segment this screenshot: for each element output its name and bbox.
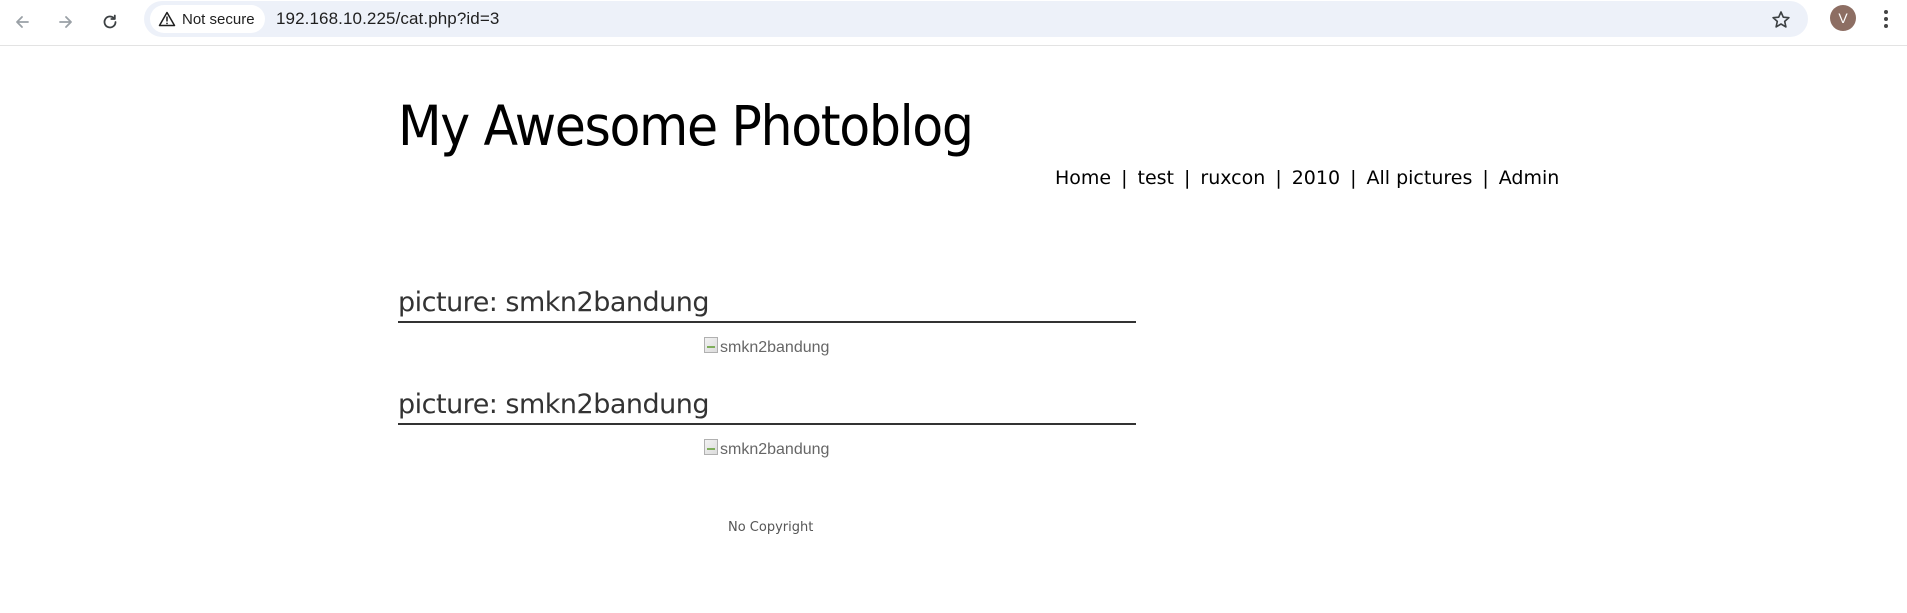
security-label: Not secure (182, 10, 255, 28)
forward-button[interactable] (50, 6, 82, 38)
url-text[interactable]: 192.168.10.225/cat.php?id=3 (276, 9, 499, 29)
post-title-link[interactable]: smkn2bandung (505, 287, 709, 318)
profile-avatar[interactable]: V (1830, 5, 1856, 31)
nav-link-test[interactable]: test (1138, 167, 1175, 189)
post-title: picture: smkn2bandung (398, 387, 1136, 425)
image-alt-text: smkn2bandung (720, 339, 830, 356)
broken-image[interactable]: smkn2bandung (704, 337, 1442, 357)
reload-icon (103, 14, 117, 29)
nav-separator: | (1275, 167, 1282, 189)
nav-link-all-pictures[interactable]: All pictures (1366, 167, 1472, 189)
broken-image-icon (704, 337, 718, 353)
web-page: My Awesome Photoblog Home | test | ruxco… (0, 47, 1907, 613)
image-alt-text: smkn2bandung (720, 441, 830, 458)
broken-image[interactable]: smkn2bandung (704, 439, 1442, 459)
menu-dot (1884, 24, 1888, 28)
security-indicator[interactable]: Not secure (150, 5, 265, 33)
nav-separator: | (1482, 167, 1489, 189)
kebab-menu-icon[interactable] (1876, 5, 1896, 33)
picture-post: picture: smkn2bandung smkn2bandung (398, 387, 1136, 459)
reload-button[interactable] (94, 6, 126, 38)
nav-link-ruxcon[interactable]: ruxcon (1200, 167, 1265, 189)
broken-image-icon (704, 439, 718, 455)
warning-triangle-icon (158, 11, 176, 27)
nav-link-2010[interactable]: 2010 (1292, 167, 1340, 189)
footer-text: No Copyright (728, 520, 814, 535)
star-icon (1772, 11, 1790, 28)
nav-separator: | (1184, 167, 1191, 189)
menu-dot (1884, 10, 1888, 14)
post-title-prefix: picture: (398, 287, 498, 318)
arrow-left-icon (16, 16, 29, 28)
post-title-link[interactable]: smkn2bandung (505, 389, 709, 420)
back-button[interactable] (6, 6, 38, 38)
post-title: picture: smkn2bandung (398, 285, 1136, 323)
post-title-prefix: picture: (398, 389, 498, 420)
arrow-right-icon (59, 16, 72, 28)
address-bar[interactable]: Not secure 192.168.10.225/cat.php?id=3 (144, 1, 1808, 37)
site-title: My Awesome Photoblog (398, 94, 974, 158)
nav-link-home[interactable]: Home (1055, 167, 1111, 189)
bookmark-button[interactable] (1768, 7, 1794, 33)
site-nav: Home | test | ruxcon | 2010 | All pictur… (1055, 167, 1559, 189)
menu-dot (1884, 17, 1888, 21)
nav-link-admin[interactable]: Admin (1499, 167, 1560, 189)
browser-toolbar: Not secure 192.168.10.225/cat.php?id=3 V (0, 0, 1907, 46)
nav-separator: | (1121, 167, 1128, 189)
nav-separator: | (1350, 167, 1357, 189)
picture-post: picture: smkn2bandung smkn2bandung (398, 285, 1136, 357)
